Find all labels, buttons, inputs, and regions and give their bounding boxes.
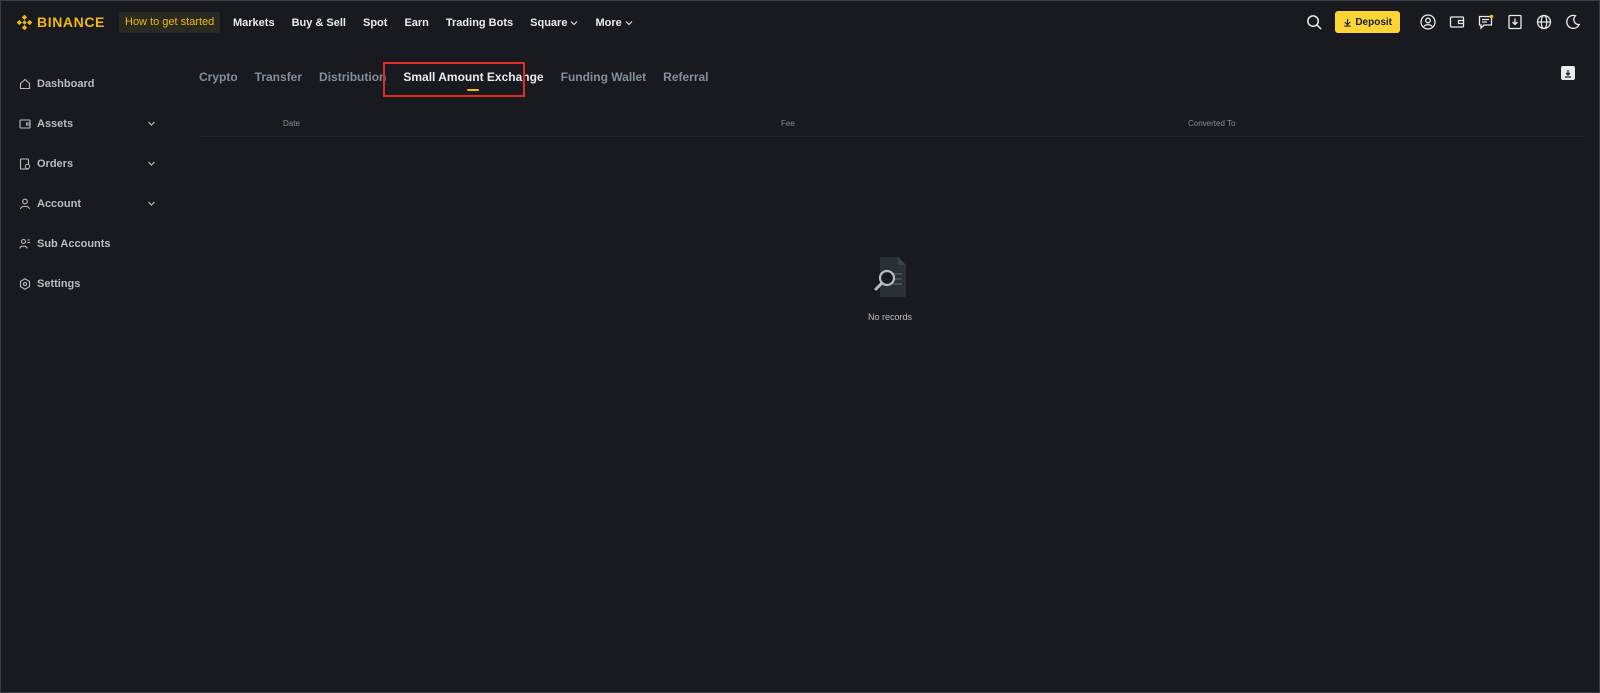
- how-to-get-started-button[interactable]: How to get started: [119, 12, 221, 33]
- nav-label: Buy & Sell: [291, 16, 346, 29]
- sidebar-item-label: Assets: [37, 118, 74, 130]
- search-icon[interactable]: [1305, 13, 1323, 31]
- window-frame: [0, 0, 1600, 693]
- column-header-converted-to: Converted To: [1188, 119, 1236, 128]
- sidebar-item-assets[interactable]: Assets: [0, 104, 170, 144]
- sidebar: Dashboard Assets Orders Account Sub Acco…: [0, 64, 170, 304]
- orders-icon: [18, 158, 31, 171]
- active-tab-indicator: [467, 89, 480, 91]
- nav-square[interactable]: Square: [530, 17, 578, 29]
- wallet-icon[interactable]: [1448, 13, 1466, 31]
- download-arrow-icon: [1344, 18, 1351, 27]
- deposit-label: Deposit: [1355, 16, 1392, 28]
- tab-small-amount-exchange[interactable]: Small Amount Exchange: [403, 70, 544, 91]
- globe-icon[interactable]: [1535, 13, 1553, 31]
- top-header: BINANCE How to get started Markets Buy &…: [0, 0, 1600, 45]
- chevron-down-icon: [571, 20, 578, 25]
- nav-markets[interactable]: Markets: [233, 17, 275, 29]
- user-icon[interactable]: [1419, 13, 1437, 31]
- sidebar-item-label: Account: [37, 198, 81, 210]
- tab-crypto[interactable]: Crypto: [199, 70, 238, 84]
- nav-trading-bots[interactable]: Trading Bots: [446, 17, 513, 29]
- sidebar-item-label: Settings: [37, 278, 81, 290]
- chevron-down-icon[interactable]: [147, 159, 156, 168]
- table-header: Date Fee Converted To: [199, 112, 1584, 137]
- nav-label: Spot: [362, 16, 388, 29]
- export-icon[interactable]: [1561, 66, 1575, 80]
- tab-referral[interactable]: Referral: [663, 70, 708, 84]
- sidebar-item-label: Sub Accounts: [37, 238, 111, 250]
- nav-label: Markets: [233, 16, 275, 29]
- chevron-down-icon[interactable]: [147, 119, 156, 128]
- column-header-fee: Fee: [781, 119, 795, 128]
- sidebar-item-label: Orders: [37, 158, 74, 170]
- nav-buy-sell[interactable]: Buy & Sell: [292, 17, 346, 29]
- tab-distribution[interactable]: Distribution: [319, 70, 386, 84]
- sidebar-item-dashboard[interactable]: Dashboard: [0, 64, 170, 104]
- nav-label: Earn: [404, 16, 429, 29]
- download-icon[interactable]: [1506, 13, 1524, 31]
- settings-icon: [18, 278, 31, 291]
- wallet-icon: [18, 118, 31, 131]
- header-actions: Deposit: [1294, 11, 1582, 33]
- empty-state: No records: [840, 255, 940, 322]
- nav-more[interactable]: More: [595, 16, 633, 29]
- main-nav: Markets Buy & Sell Spot Earn Trading Bot…: [233, 0, 650, 45]
- binance-logo[interactable]: BINANCE: [17, 14, 105, 30]
- brand-name: BINANCE: [37, 14, 105, 30]
- sidebar-item-account[interactable]: Account: [0, 184, 170, 224]
- binance-logo-icon: [17, 14, 32, 30]
- history-tabs: Crypto Transfer Distribution Small Amoun…: [199, 70, 726, 91]
- moon-icon[interactable]: [1564, 13, 1582, 31]
- messages-icon[interactable]: [1477, 13, 1495, 31]
- person-icon: [18, 198, 31, 211]
- tab-label: Small Amount Exchange: [403, 70, 544, 84]
- empty-state-label: No records: [867, 312, 912, 322]
- nav-label: More: [595, 16, 622, 29]
- nav-label: Trading Bots: [445, 16, 514, 29]
- nav-earn[interactable]: Earn: [404, 17, 428, 29]
- chevron-down-icon[interactable]: [147, 199, 156, 208]
- nav-label: Square: [530, 16, 568, 29]
- nav-spot[interactable]: Spot: [363, 17, 387, 29]
- group-icon: [18, 238, 31, 251]
- no-records-icon: [874, 257, 906, 297]
- sidebar-item-sub-accounts[interactable]: Sub Accounts: [0, 224, 170, 264]
- sidebar-item-label: Dashboard: [37, 78, 95, 90]
- tab-funding-wallet[interactable]: Funding Wallet: [561, 70, 647, 84]
- home-icon: [18, 78, 31, 91]
- chevron-down-icon: [625, 20, 633, 25]
- tab-transfer[interactable]: Transfer: [255, 70, 302, 84]
- sidebar-item-settings[interactable]: Settings: [0, 264, 170, 304]
- deposit-button[interactable]: Deposit: [1335, 11, 1400, 33]
- sidebar-item-orders[interactable]: Orders: [0, 144, 170, 184]
- column-header-date: Date: [283, 119, 300, 128]
